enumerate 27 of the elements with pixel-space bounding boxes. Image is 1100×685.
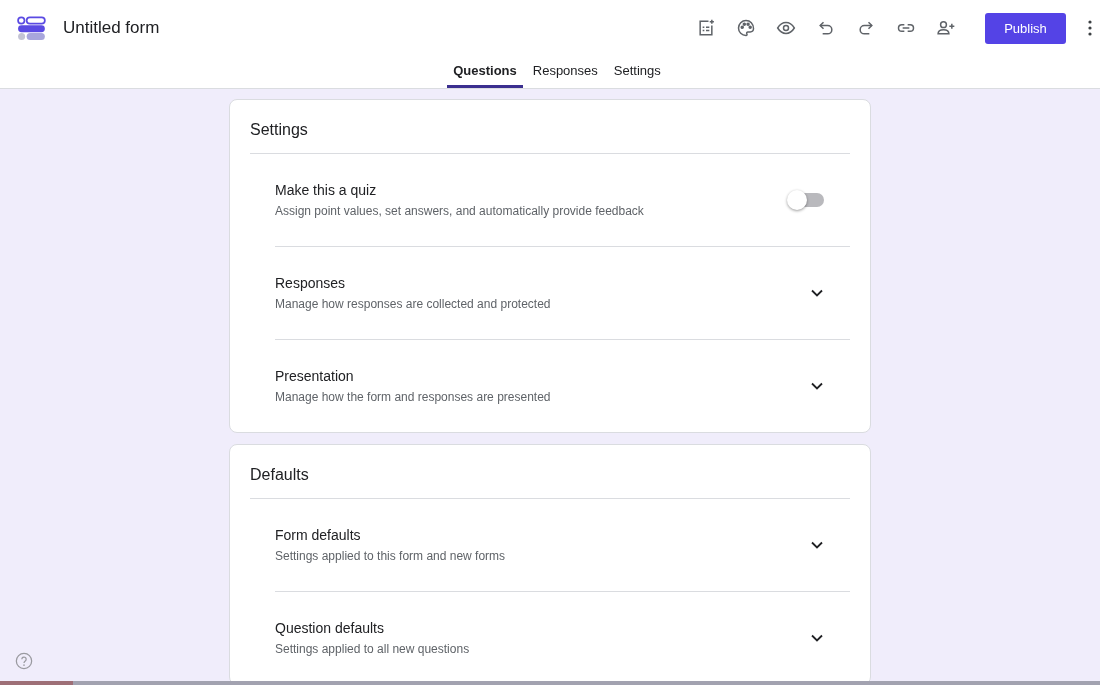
add-person-icon[interactable]: [936, 18, 956, 38]
tab[interactable]: Questions: [447, 56, 523, 88]
setting-title: Presentation: [275, 368, 355, 384]
toggle-switch[interactable]: [790, 193, 824, 207]
forms-logo-icon: [17, 13, 47, 43]
more-menu-icon[interactable]: [1088, 20, 1092, 36]
publish-button[interactable]: Publish: [985, 12, 1066, 44]
card-title: Defaults: [250, 445, 850, 499]
tab[interactable]: Settings: [607, 56, 667, 88]
import-questions-icon[interactable]: [696, 18, 716, 38]
setting-description: Settings applied to this form and new forms: [275, 549, 507, 563]
setting-title: Make this a quiz: [275, 182, 378, 198]
setting-title: Question defaults: [275, 620, 385, 636]
tab[interactable]: Responses: [526, 56, 604, 88]
card-title: Settings: [250, 100, 850, 154]
chevron-down-icon[interactable]: [811, 541, 823, 549]
palette-icon[interactable]: [736, 18, 756, 38]
setting-description: Manage how the form and responses are presented: [275, 390, 552, 404]
setting-title: Form defaults: [275, 527, 362, 543]
chevron-down-icon[interactable]: [811, 634, 823, 642]
setting-description: Manage how responses are collected and protected: [275, 297, 552, 311]
setting-description: Settings applied to all new questions: [275, 642, 471, 656]
chevron-down-icon[interactable]: [811, 289, 823, 297]
form-title[interactable]: Untitled form: [63, 18, 160, 38]
setting-title: Responses: [275, 275, 347, 291]
setting-description: Assign point values, set answers, and automatically provide feedback: [275, 204, 645, 218]
chevron-down-icon[interactable]: [811, 382, 823, 390]
